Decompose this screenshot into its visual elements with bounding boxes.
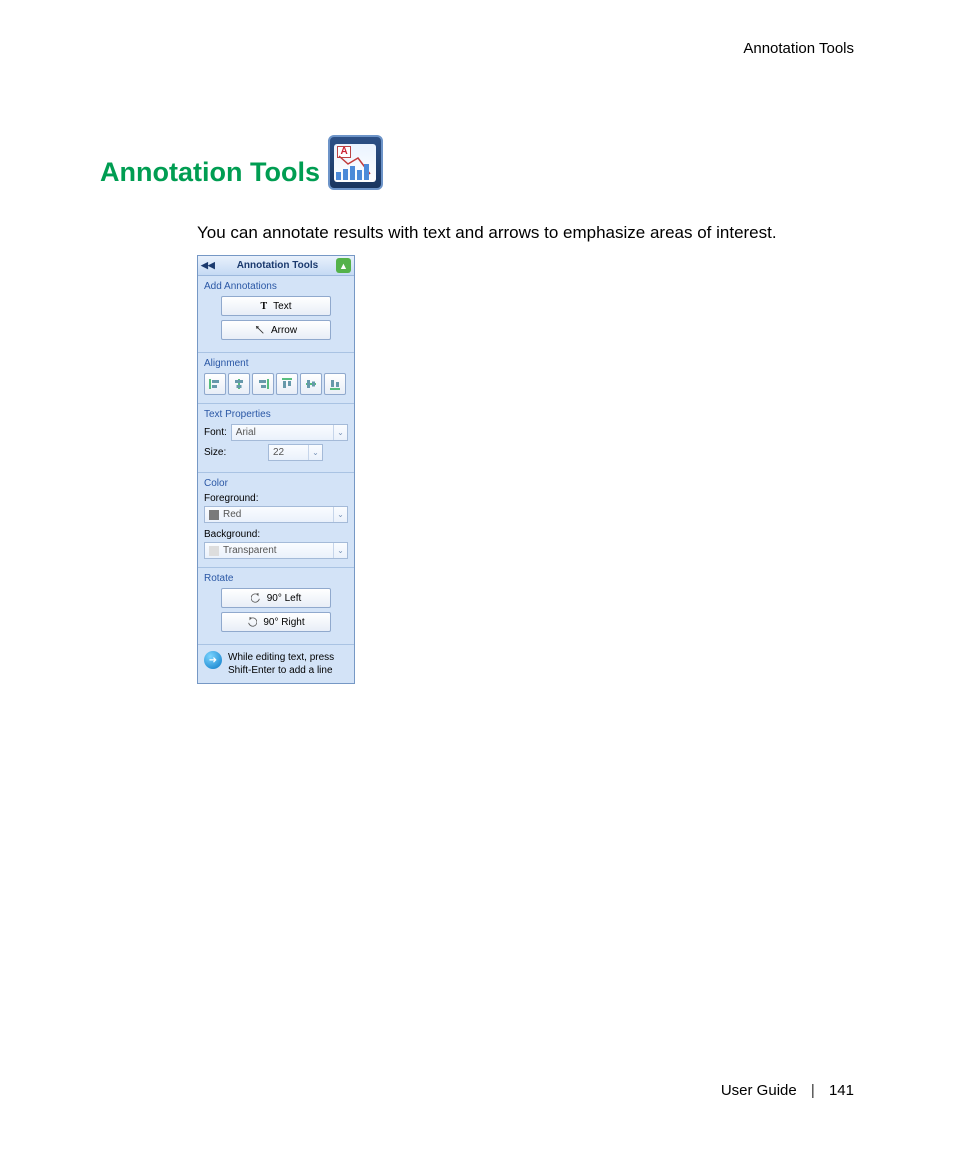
add-text-button[interactable]: T Text bbox=[221, 296, 331, 316]
section-add-annotations: Add Annotations T Text Arrow bbox=[198, 276, 354, 353]
collapse-icon[interactable]: ◀◀ bbox=[201, 260, 215, 271]
section-alignment: Alignment bbox=[198, 353, 354, 404]
chevron-down-icon: ⌄ bbox=[308, 445, 322, 460]
arrow-icon bbox=[255, 325, 265, 335]
font-label: Font: bbox=[204, 427, 227, 438]
section-text-properties: Text Properties Font: Arial ⌄ Size: 22 ⌄ bbox=[198, 404, 354, 473]
section-title: Color bbox=[204, 478, 348, 489]
chevron-down-icon: ⌄ bbox=[333, 425, 347, 440]
rotate-left-icon bbox=[251, 593, 261, 603]
align-right-button[interactable] bbox=[252, 373, 274, 395]
section-title: Alignment bbox=[204, 358, 348, 369]
footer-page: 141 bbox=[829, 1082, 854, 1099]
text-icon: T bbox=[260, 301, 267, 312]
chevron-down-icon: ⌄ bbox=[333, 543, 347, 558]
align-center-h-button[interactable] bbox=[228, 373, 250, 395]
chevron-down-icon: ⌄ bbox=[333, 507, 347, 522]
footer-separator: | bbox=[811, 1082, 815, 1099]
info-icon: ➜ bbox=[204, 651, 222, 669]
rotate-right-button[interactable]: 90° Right bbox=[221, 612, 331, 632]
align-center-v-button[interactable] bbox=[300, 373, 322, 395]
rotate-left-button[interactable]: 90° Left bbox=[221, 588, 331, 608]
size-label: Size: bbox=[204, 447, 264, 458]
section-title: Add Annotations bbox=[204, 281, 348, 292]
panel-title: Annotation Tools bbox=[219, 260, 336, 271]
align-bottom-button[interactable] bbox=[324, 373, 346, 395]
align-left-button[interactable] bbox=[204, 373, 226, 395]
add-arrow-button[interactable]: Arrow bbox=[221, 320, 331, 340]
panel-header: ◀◀ Annotation Tools ▲ bbox=[198, 256, 354, 276]
up-icon[interactable]: ▲ bbox=[336, 258, 351, 273]
section-title: Rotate bbox=[204, 573, 348, 584]
align-top-button[interactable] bbox=[276, 373, 298, 395]
section-color: Color Foreground: Red ⌄ Background: Tran… bbox=[198, 473, 354, 568]
footer-doc: User Guide bbox=[721, 1082, 797, 1099]
tip-text: While editing text, press Shift-Enter to… bbox=[228, 651, 348, 677]
page-title: Annotation Tools bbox=[100, 157, 320, 188]
background-select[interactable]: Transparent ⌄ bbox=[204, 542, 348, 559]
section-rotate: Rotate 90° Left 90° Right bbox=[198, 568, 354, 645]
font-select[interactable]: Arial ⌄ bbox=[231, 424, 348, 441]
color-swatch-icon bbox=[209, 546, 219, 556]
color-swatch-icon bbox=[209, 510, 219, 520]
size-select[interactable]: 22 ⌄ bbox=[268, 444, 323, 461]
rotate-right-icon bbox=[247, 617, 257, 627]
foreground-label: Foreground: bbox=[204, 493, 348, 504]
annotation-tools-panel: ◀◀ Annotation Tools ▲ Add Annotations T … bbox=[197, 255, 355, 684]
section-title: Text Properties bbox=[204, 409, 348, 420]
intro-text: You can annotate results with text and a… bbox=[197, 223, 854, 243]
foreground-select[interactable]: Red ⌄ bbox=[204, 506, 348, 523]
page-header-section: Annotation Tools bbox=[743, 40, 854, 57]
tip-row: ➜ While editing text, press Shift-Enter … bbox=[198, 645, 354, 683]
annotation-tools-icon: A bbox=[328, 135, 383, 190]
page-footer: User Guide | 141 bbox=[721, 1082, 854, 1099]
background-label: Background: bbox=[204, 529, 348, 540]
